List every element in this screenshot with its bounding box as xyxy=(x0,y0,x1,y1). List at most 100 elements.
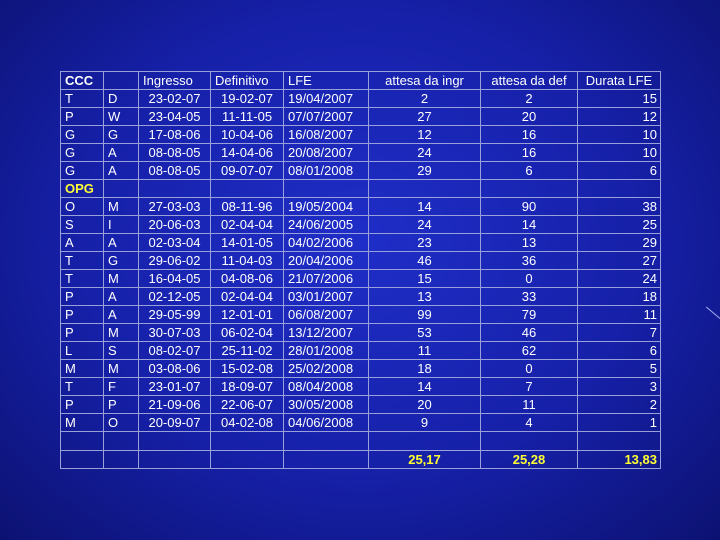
cell-attesa-def: 11 xyxy=(480,395,578,414)
cell-attesa-def: 20 xyxy=(480,107,578,126)
cell-attesa-ingr: 14 xyxy=(368,197,481,216)
cell-ingresso: 27-03-03 xyxy=(138,197,211,216)
table-row: P A 02-12-05 02-04-04 03/01/2007 13 33 18 xyxy=(60,287,661,306)
header-code xyxy=(103,71,139,90)
header-attesa-ingr: attesa da ingr xyxy=(368,71,481,90)
empty-cell xyxy=(480,179,578,198)
cell-attesa-ingr: 23 xyxy=(368,233,481,252)
table-row: L S 08-02-07 25-11-02 28/01/2008 11 62 6 xyxy=(60,341,661,360)
cell-definitivo: 12-01-01 xyxy=(210,305,284,324)
decorative-line xyxy=(705,306,720,319)
cell-ingresso: 16-04-05 xyxy=(138,269,211,288)
cell-patient: T xyxy=(60,269,104,288)
header-lfe: LFE xyxy=(283,71,369,90)
cell-durata-lfe: 18 xyxy=(577,287,661,306)
empty-cell xyxy=(103,431,139,451)
cell-lfe: 16/08/2007 xyxy=(283,125,369,144)
cell-lfe: 21/07/2006 xyxy=(283,269,369,288)
cell-lfe: 07/07/2007 xyxy=(283,107,369,126)
cell-code: P xyxy=(103,395,139,414)
cell-lfe: 20/04/2006 xyxy=(283,251,369,270)
group-row: OPG xyxy=(60,179,661,198)
cell-patient: T xyxy=(60,377,104,396)
cell-durata-lfe: 27 xyxy=(577,251,661,270)
group-label: OPG xyxy=(60,179,104,198)
cell-attesa-ingr: 53 xyxy=(368,323,481,342)
cell-lfe: 08/04/2008 xyxy=(283,377,369,396)
cell-code: A xyxy=(103,287,139,306)
cell-attesa-ingr: 15 xyxy=(368,269,481,288)
cell-durata-lfe: 5 xyxy=(577,359,661,378)
cell-attesa-def: 4 xyxy=(480,413,578,432)
empty-cell xyxy=(210,450,284,469)
cell-durata-lfe: 15 xyxy=(577,89,661,108)
cell-durata-lfe: 6 xyxy=(577,341,661,360)
cell-ingresso: 17-08-06 xyxy=(138,125,211,144)
cell-code: W xyxy=(103,107,139,126)
cell-attesa-def: 46 xyxy=(480,323,578,342)
cell-attesa-ingr: 9 xyxy=(368,413,481,432)
cell-durata-lfe: 6 xyxy=(577,161,661,180)
table-row: M M 03-08-06 15-02-08 25/02/2008 18 0 5 xyxy=(60,359,661,378)
cell-code: A xyxy=(103,143,139,162)
cell-definitivo: 19-02-07 xyxy=(210,89,284,108)
empty-cell xyxy=(103,179,139,198)
empty-cell xyxy=(283,431,369,451)
cell-attesa-def: 0 xyxy=(480,269,578,288)
cell-ingresso: 29-06-02 xyxy=(138,251,211,270)
cell-code: M xyxy=(103,269,139,288)
cell-code: M xyxy=(103,323,139,342)
cell-durata-lfe: 3 xyxy=(577,377,661,396)
cell-attesa-def: 2 xyxy=(480,89,578,108)
empty-cell xyxy=(210,431,284,451)
cell-attesa-ingr: 46 xyxy=(368,251,481,270)
cell-attesa-ingr: 24 xyxy=(368,215,481,234)
cell-attesa-ingr: 14 xyxy=(368,377,481,396)
cell-attesa-def: 7 xyxy=(480,377,578,396)
cell-code: F xyxy=(103,377,139,396)
header-durata-lfe: Durata LFE xyxy=(577,71,661,90)
waiting-times-table: CCC Ingresso Definitivo LFE attesa da in… xyxy=(60,71,661,469)
header-definitivo: Definitivo xyxy=(210,71,284,90)
cell-attesa-ingr: 20 xyxy=(368,395,481,414)
cell-ingresso: 02-03-04 xyxy=(138,233,211,252)
cell-attesa-ingr: 13 xyxy=(368,287,481,306)
cell-code: S xyxy=(103,341,139,360)
cell-patient: T xyxy=(60,251,104,270)
cell-lfe: 08/01/2008 xyxy=(283,161,369,180)
cell-lfe: 24/06/2005 xyxy=(283,215,369,234)
table-row: O M 27-03-03 08-11-96 19/05/2004 14 90 38 xyxy=(60,197,661,216)
empty-cell xyxy=(60,450,104,469)
cell-lfe: 20/08/2007 xyxy=(283,143,369,162)
table-row: T D 23-02-07 19-02-07 19/04/2007 2 2 15 xyxy=(60,89,661,108)
cell-lfe: 04/06/2008 xyxy=(283,413,369,432)
cell-patient: P xyxy=(60,305,104,324)
cell-durata-lfe: 25 xyxy=(577,215,661,234)
cell-ingresso: 08-02-07 xyxy=(138,341,211,360)
cell-attesa-ingr: 24 xyxy=(368,143,481,162)
cell-definitivo: 22-06-07 xyxy=(210,395,284,414)
cell-patient: P xyxy=(60,107,104,126)
cell-definitivo: 11-11-05 xyxy=(210,107,284,126)
empty-cell xyxy=(138,179,211,198)
cell-durata-lfe: 29 xyxy=(577,233,661,252)
cell-lfe: 19/04/2007 xyxy=(283,89,369,108)
cell-ingresso: 20-06-03 xyxy=(138,215,211,234)
cell-code: A xyxy=(103,233,139,252)
data-table-container: CCC Ingresso Definitivo LFE attesa da in… xyxy=(60,71,661,469)
cell-durata-lfe: 7 xyxy=(577,323,661,342)
cell-ingresso: 21-09-06 xyxy=(138,395,211,414)
cell-lfe: 06/08/2007 xyxy=(283,305,369,324)
cell-code: D xyxy=(103,89,139,108)
cell-lfe: 28/01/2008 xyxy=(283,341,369,360)
cell-attesa-def: 6 xyxy=(480,161,578,180)
total-attesa-def: 25,28 xyxy=(480,450,578,469)
empty-cell xyxy=(138,431,211,451)
cell-code: G xyxy=(103,125,139,144)
cell-ingresso: 30-07-03 xyxy=(138,323,211,342)
table-row: G A 08-08-05 09-07-07 08/01/2008 29 6 6 xyxy=(60,161,661,180)
cell-patient: T xyxy=(60,89,104,108)
cell-ingresso: 23-01-07 xyxy=(138,377,211,396)
cell-patient: M xyxy=(60,413,104,432)
cell-patient: G xyxy=(60,143,104,162)
